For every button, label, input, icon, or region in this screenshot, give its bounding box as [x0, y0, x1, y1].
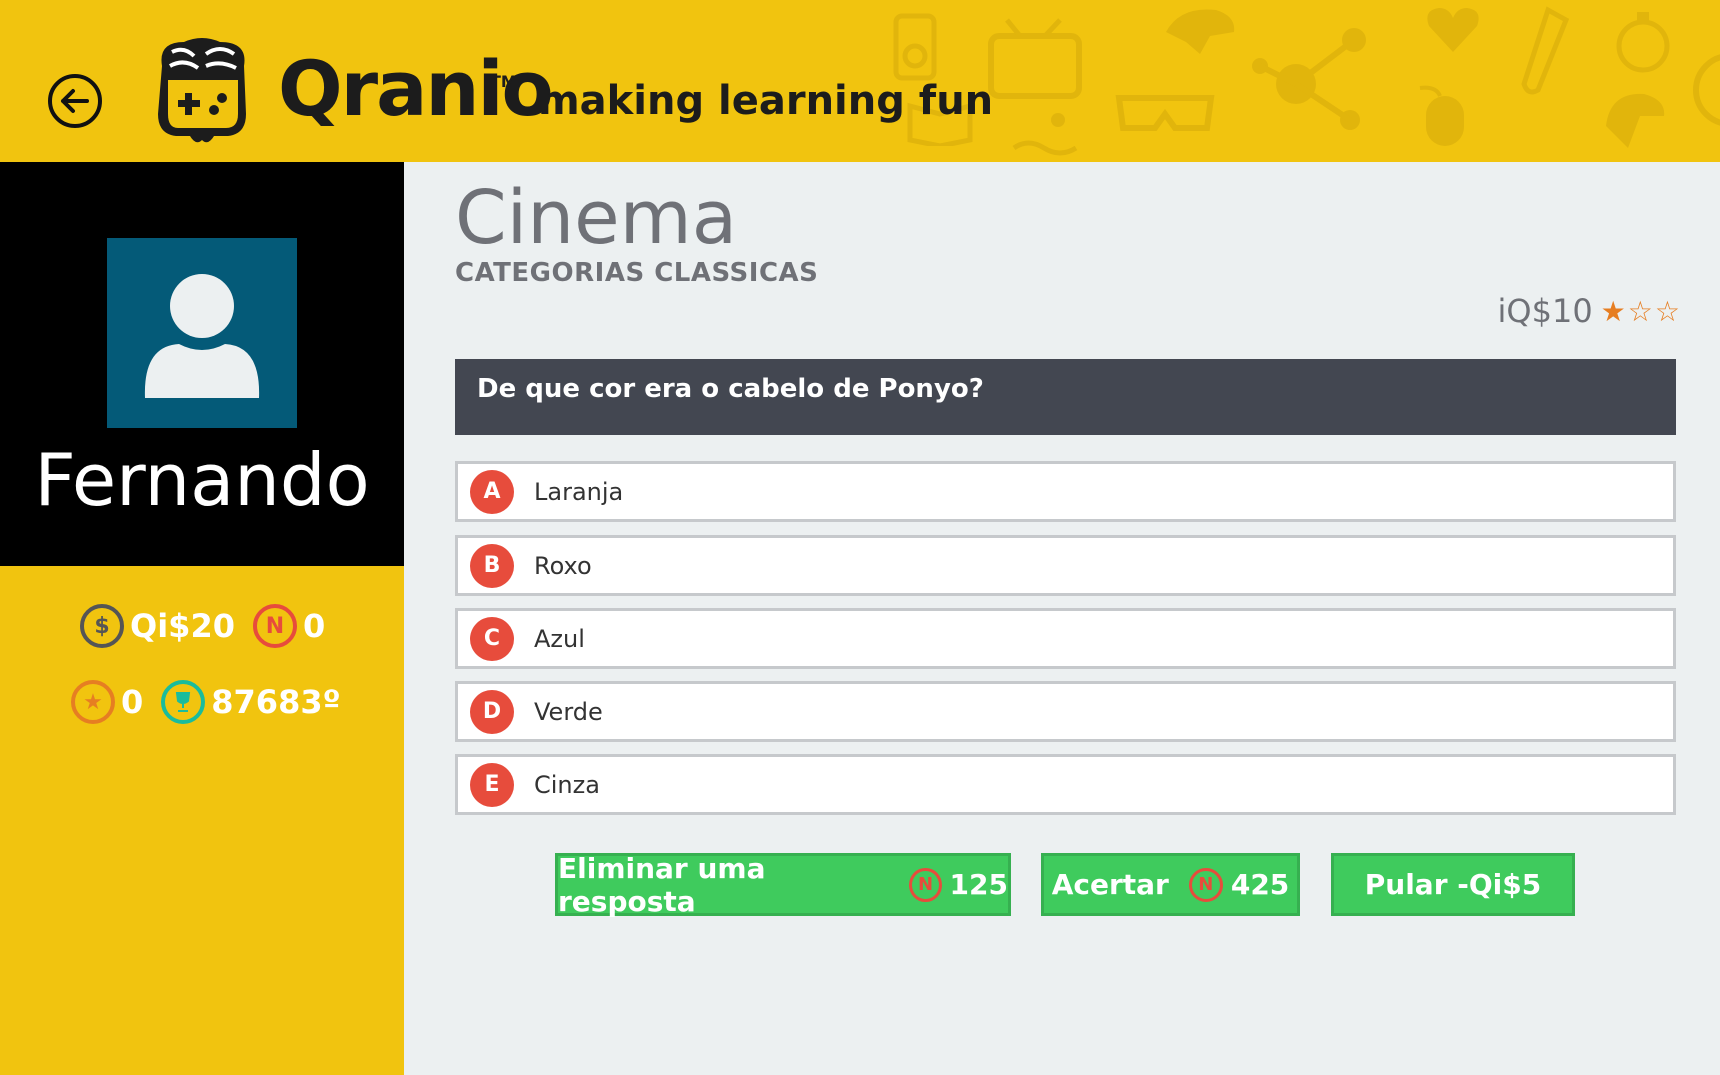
- avatar: [107, 238, 297, 428]
- category-subtitle: CATEGORIAS CLASSICAS: [455, 258, 819, 288]
- reward-value: iQ$10: [1497, 292, 1593, 330]
- arrow-left-icon: [61, 89, 89, 113]
- answer-option-e[interactable]: E Cinza: [455, 754, 1676, 815]
- n-points-value: 0: [302, 607, 326, 645]
- eliminate-label: Eliminar uma resposta: [558, 851, 766, 918]
- option-text: Verde: [534, 697, 603, 726]
- answer-option-a[interactable]: A Laranja: [455, 461, 1676, 522]
- skip-label: Pular -Qi$5: [1364, 868, 1542, 901]
- option-letter: B: [470, 543, 514, 588]
- trophy-glyph-icon: [176, 692, 191, 712]
- hit-cost: 425: [1230, 868, 1290, 901]
- test-tube-icon: [1521, 6, 1570, 95]
- trademark-mark: TM: [490, 72, 517, 91]
- back-button[interactable]: [48, 74, 102, 128]
- question-reward: iQ$10 ★ ☆ ☆: [1498, 292, 1680, 330]
- ranking-value: 87683º: [211, 683, 341, 721]
- mouse-icon: [1419, 85, 1464, 146]
- option-text: Laranja: [534, 477, 624, 506]
- stats-row-1: $ Qi$20 N 0: [80, 604, 343, 648]
- app-header: Qranio TM making learning fun: [0, 0, 1720, 162]
- option-text: Azul: [534, 624, 585, 653]
- compass-icon: [1616, 12, 1670, 73]
- helmet-icon: [1606, 93, 1665, 148]
- option-letter: C: [470, 616, 514, 661]
- star-empty-icon: ☆: [1654, 294, 1680, 328]
- category-title: Cinema: [455, 175, 738, 261]
- option-letter: D: [470, 689, 514, 734]
- profile-card: Fernando: [0, 162, 404, 566]
- skip-button[interactable]: Pular -Qi$5: [1331, 853, 1575, 916]
- answer-option-b[interactable]: B Roxo: [455, 535, 1676, 596]
- trophy-icon: [161, 680, 206, 724]
- star-empty-icon: ☆: [1627, 294, 1653, 328]
- question-text: De que cor era o cabelo de Ponyo?: [455, 359, 1676, 435]
- hit-label: Acertar: [1051, 868, 1169, 901]
- n-coin-icon: N: [1188, 867, 1223, 902]
- option-text: Roxo: [534, 551, 592, 580]
- n-coin-icon: N: [252, 604, 297, 648]
- swimmer-icon: [1012, 113, 1078, 156]
- answer-option-c[interactable]: C Azul: [455, 608, 1676, 669]
- dollar-coin-icon: $: [80, 604, 124, 648]
- sidebar: Fernando $ Qi$20 N 0 ★ 0 87683º: [0, 162, 404, 1075]
- dinosaur-skull-icon: [1166, 9, 1235, 54]
- option-text: Cinza: [534, 770, 600, 799]
- share-icon: [1252, 28, 1366, 130]
- qranio-mascot-logo: [158, 38, 246, 143]
- username: Fernando: [34, 438, 370, 522]
- heart-rate-icon: [1427, 8, 1479, 52]
- user-icon: [144, 274, 260, 398]
- stars-value: 0: [121, 683, 144, 721]
- star-badge-icon: ★: [71, 680, 115, 724]
- 3d-glasses-icon: [1115, 95, 1215, 131]
- coins-value: Qi$20: [130, 607, 235, 645]
- tagline: making learning fun: [538, 78, 994, 124]
- option-letter: A: [470, 469, 514, 514]
- eliminate-cost: 125: [949, 868, 1008, 901]
- option-letter: E: [470, 762, 514, 807]
- stats-row-2: ★ 0 87683º: [71, 680, 359, 724]
- quiz-panel: Cinema CATEGORIAS CLASSICAS iQ$10 ★ ☆ ☆ …: [404, 162, 1720, 1075]
- globe-icon: [1693, 54, 1720, 126]
- hit-answer-button[interactable]: Acertar N 425: [1041, 853, 1300, 916]
- star-filled-icon: ★: [1600, 294, 1626, 328]
- n-coin-icon: N: [909, 867, 942, 902]
- tv-icon: [988, 18, 1082, 99]
- answer-option-d[interactable]: D Verde: [455, 681, 1676, 742]
- eliminate-answer-button[interactable]: Eliminar uma resposta N 125: [555, 851, 1011, 918]
- music-player-icon: [893, 13, 937, 81]
